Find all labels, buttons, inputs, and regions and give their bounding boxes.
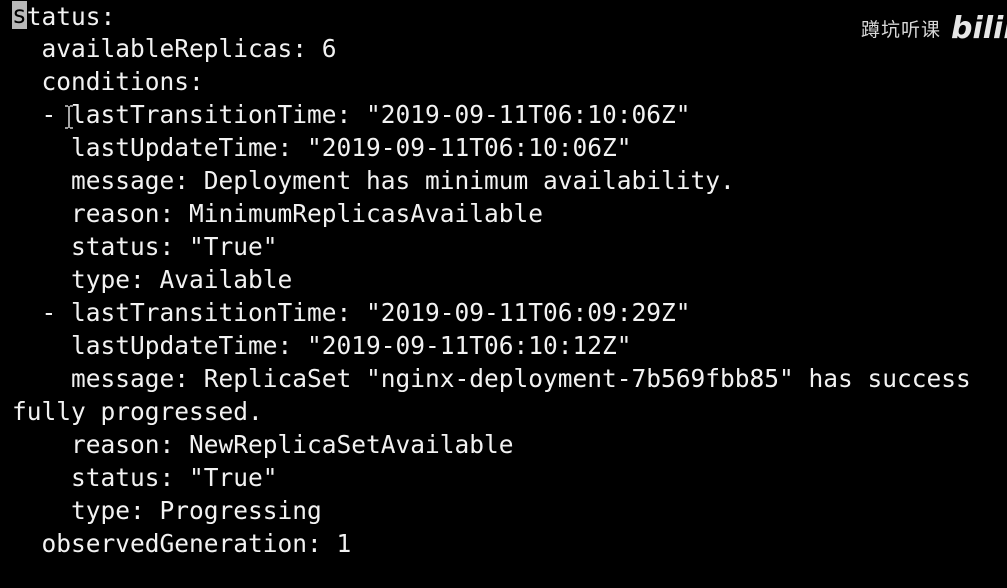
terminal-line-conditions: conditions: [12, 67, 204, 96]
terminal-line-last-update-time-1: lastUpdateTime: "2019-09-11T06:10:06Z" [12, 133, 632, 162]
terminal-line-last-update-time-2: lastUpdateTime: "2019-09-11T06:10:12Z" [12, 331, 632, 360]
terminal-line-text: tatus: [26, 2, 116, 31]
terminal-line-message-1: message: Deployment has minimum availabi… [12, 166, 735, 195]
terminal-line-type-1: type: Available [12, 265, 293, 294]
text-cursor: s [12, 0, 27, 29]
terminal-line-status-2: status: "True" [12, 463, 278, 492]
bilibili-watermark: 蹲坑听课 bilibili [861, 8, 1007, 48]
terminal-line-message-2: message: ReplicaSet "nginx-deployment-7b… [12, 364, 971, 393]
terminal-line-type-2: type: Progressing [12, 496, 322, 525]
terminal-window[interactable]: status: availableReplicas: 6 conditions:… [0, 0, 1007, 588]
terminal-line-reason-2: reason: NewReplicaSetAvailable [12, 430, 514, 459]
terminal-line-available-replicas: availableReplicas: 6 [12, 34, 337, 63]
ibeam-cursor-icon [65, 105, 73, 129]
terminal-line-reason-1: reason: MinimumReplicasAvailable [12, 199, 544, 228]
terminal-line-status: status: [12, 0, 115, 33]
terminal-line-observed-generation: observedGeneration: 1 [12, 529, 352, 558]
bilibili-logo-icon: bilibili [951, 10, 1007, 46]
terminal-line-status-1: status: "True" [12, 232, 278, 261]
watermark-channel-name: 蹲坑听课 [860, 18, 941, 41]
terminal-line-last-transition-time-2: - lastTransitionTime: "2019-09-11T06:09:… [12, 298, 691, 327]
terminal-line-message-2-wrap: fully progressed. [12, 397, 263, 426]
terminal-line-last-transition-time-1: - lastTransitionTime: "2019-09-11T06:10:… [12, 100, 691, 129]
